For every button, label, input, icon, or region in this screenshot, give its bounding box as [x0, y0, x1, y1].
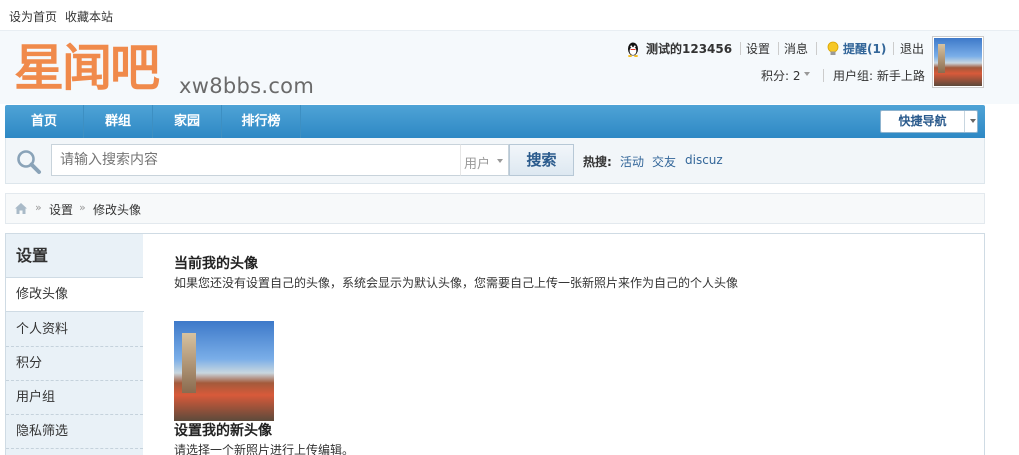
sidebar-item-points[interactable]: 积分 — [6, 347, 143, 381]
breadcrumb-separator: » — [79, 201, 86, 214]
bookmark-link[interactable]: 收藏本站 — [65, 8, 113, 25]
reminders-link[interactable]: 提醒(1) — [843, 40, 886, 57]
search-input-wrapper — [51, 144, 460, 176]
avatar-image — [934, 38, 982, 86]
qq-penguin-icon — [628, 42, 638, 57]
search-icon — [17, 150, 41, 174]
search-type-value: 用户 — [464, 157, 491, 172]
hot-search-label: 热搜: — [583, 155, 612, 169]
breadcrumb-settings[interactable]: 设置 — [49, 201, 73, 218]
sidebar-title: 设置 — [6, 234, 143, 278]
separator — [740, 42, 741, 55]
separator — [778, 42, 779, 55]
user-stats: 积分: 2 用户组: 新手上路 — [760, 67, 930, 85]
main-panel: 设置 修改头像 个人资料 积分 用户组 隐私筛选 当前我的头像 如果您还没有设置… — [5, 233, 985, 455]
breadcrumb-current: 修改头像 — [93, 203, 142, 217]
user-group-label[interactable]: 用户组: 新手上路 — [833, 67, 925, 84]
current-avatar-title: 当前我的头像 — [174, 256, 258, 272]
quick-nav-button[interactable]: 快捷导航 — [880, 110, 978, 133]
separator — [816, 42, 817, 55]
lightbulb-icon — [827, 41, 839, 55]
current-avatar-image — [174, 321, 274, 421]
main-nav: 首页 群组 家园 排行榜 快捷导航 — [5, 105, 985, 138]
separator — [893, 42, 894, 55]
search-button[interactable]: 搜索 — [509, 144, 574, 176]
points-label[interactable]: 积分: 2 — [761, 67, 801, 84]
sidebar-item-privacy[interactable]: 隐私筛选 — [6, 415, 143, 449]
search-input[interactable] — [52, 145, 460, 175]
points-dropdown-arrow-icon[interactable] — [804, 72, 810, 76]
nav-item-groups[interactable]: 群组 — [84, 105, 153, 138]
current-avatar-desc: 如果您还没有设置自己的头像，系统会显示为默认头像，您需要自己上传一张新照片来作为… — [174, 276, 739, 290]
sidebar: 设置 修改头像 个人资料 积分 用户组 隐私筛选 — [6, 234, 144, 455]
messages-link[interactable]: 消息 — [784, 40, 808, 57]
nav-item-ranking[interactable]: 排行榜 — [222, 105, 301, 138]
sidebar-item-avatar[interactable]: 修改头像 — [6, 278, 144, 312]
separator — [823, 69, 824, 82]
username-link[interactable]: 测试的123456 — [646, 40, 732, 57]
sidebar-item-profile[interactable]: 个人资料 — [6, 313, 143, 347]
top-bar: 设为首页 收藏本站 — [0, 0, 1019, 31]
hot-search-term[interactable]: 活动 — [620, 153, 644, 170]
user-avatar[interactable] — [932, 36, 984, 88]
hot-search-term[interactable]: discuz — [685, 153, 723, 167]
new-avatar-title: 设置我的新头像 — [174, 423, 272, 439]
logout-link[interactable]: 退出 — [900, 40, 924, 57]
search-type-select[interactable]: 用户 — [460, 144, 509, 176]
chevron-down-icon — [970, 119, 976, 123]
nav-item-home-space[interactable]: 家园 — [153, 105, 222, 138]
chevron-down-icon — [497, 159, 503, 163]
home-icon[interactable] — [14, 202, 28, 215]
quick-nav-label: 快捷导航 — [881, 111, 965, 132]
breadcrumb-separator: » — [35, 201, 42, 214]
site-logo[interactable]: 星闻吧 xw8bbs.com — [14, 39, 314, 100]
user-bar: 测试的123456 设置 消息 提醒(1) 退出 — [622, 40, 929, 58]
settings-link[interactable]: 设置 — [746, 40, 770, 57]
logo-cn-text: 星闻吧 — [14, 39, 160, 97]
nav-item-home[interactable]: 首页 — [5, 105, 84, 138]
new-avatar-desc: 请选择一个新照片进行上传编辑。 — [174, 443, 355, 455]
breadcrumb: » 设置 » 修改头像 — [5, 193, 985, 224]
hot-search-term[interactable]: 交友 — [652, 153, 676, 170]
sidebar-item-usergroup[interactable]: 用户组 — [6, 381, 143, 415]
logo-en-text: xw8bbs.com — [179, 74, 315, 98]
search-bar: 用户 搜索 热搜: 活动 交友 discuz — [5, 138, 985, 184]
header: 星闻吧 xw8bbs.com 测试的123456 设置 消息 提醒(1) 退出 … — [0, 31, 1019, 104]
set-home-link[interactable]: 设为首页 — [9, 8, 57, 25]
